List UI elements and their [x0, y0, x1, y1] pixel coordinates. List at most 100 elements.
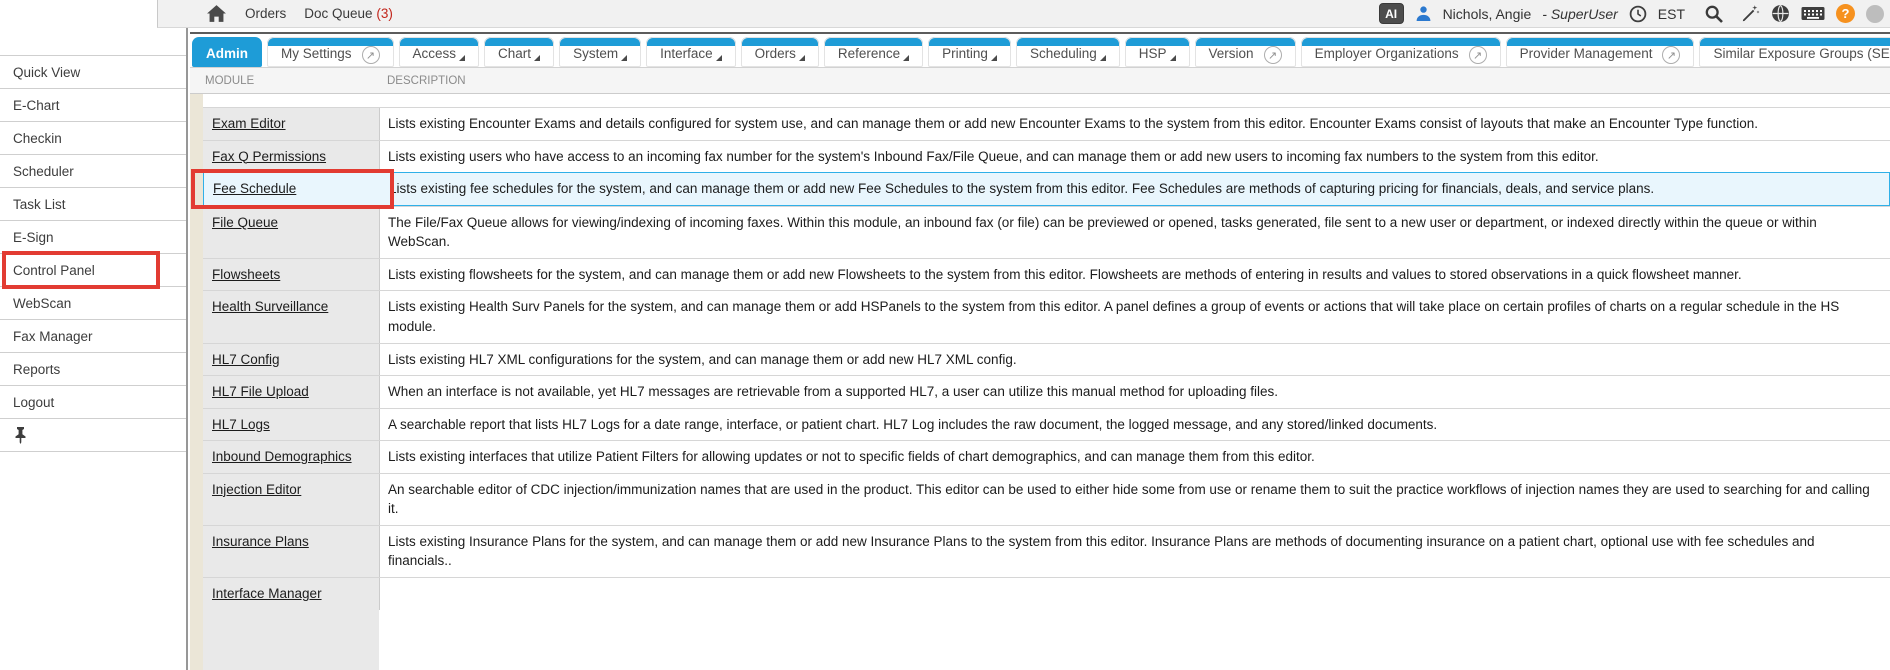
module-link-flowsheets[interactable]: Flowsheets	[212, 267, 280, 282]
tab-label: Scheduling	[1030, 45, 1106, 63]
tab-label: Interface	[660, 45, 722, 63]
sidebar-item-webscan[interactable]: WebScan	[0, 287, 186, 320]
tab-top-divider	[190, 32, 1890, 34]
tab-printing[interactable]: Printing	[928, 37, 1011, 67]
table-row-inbound-demographics: Inbound Demographics Lists existing inte…	[203, 440, 1890, 473]
module-cell: Fee Schedule	[204, 173, 380, 205]
module-cell: HL7 Config	[203, 344, 379, 376]
sidebar-item-label: E-Sign	[13, 230, 54, 245]
user-role: - SuperUser	[1542, 6, 1617, 22]
tab-employer-organizations[interactable]: Employer Organizations ↗	[1301, 37, 1501, 67]
tab-similar-exposure-groups-segs[interactable]: Similar Exposure Groups (SEGs) ↗	[1699, 37, 1890, 67]
sidebar-item-scheduler[interactable]: Scheduler	[0, 155, 186, 188]
table-row-hl7-config: HL7 Config Lists existing HL7 XML config…	[203, 343, 1890, 376]
sidebar-item-label: WebScan	[13, 296, 71, 311]
sidebar-item-label: Task List	[13, 197, 66, 212]
globe-icon[interactable]	[1771, 4, 1790, 23]
tab-bar-wrap: Admin My Settings ↗ Access Chart System …	[190, 28, 1890, 67]
tab-version[interactable]: Version ↗	[1195, 37, 1296, 67]
sidebar-item-quick-view[interactable]: Quick View	[0, 56, 186, 89]
tab-label: Admin	[206, 45, 248, 63]
sidebar-item-label: E-Chart	[13, 98, 60, 113]
help-icon[interactable]: ?	[1836, 4, 1855, 23]
tab-label: Orders	[755, 45, 805, 63]
module-link-insurance-plans[interactable]: Insurance Plans	[212, 534, 309, 549]
module-cell: Inbound Demographics	[203, 441, 379, 473]
external-link-icon[interactable]: ↗	[1469, 46, 1487, 64]
module-cell: Interface Manager	[203, 578, 379, 610]
description-cell: Lists existing flowsheets for the system…	[379, 259, 1890, 291]
sidebar-item-label: Reports	[13, 362, 60, 377]
table-row-health-surveillance: Health Surveillance Lists existing Healt…	[203, 290, 1890, 342]
description-cell: Lists existing interfaces that utilize P…	[379, 441, 1890, 473]
sidebar-item-fax-manager[interactable]: Fax Manager	[0, 320, 186, 353]
module-link-exam-editor[interactable]: Exam Editor	[212, 116, 286, 131]
tab-bar: Admin My Settings ↗ Access Chart System …	[192, 37, 1890, 67]
description-cell: An searchable editor of CDC injection/im…	[379, 474, 1890, 525]
wand-icon[interactable]	[1741, 4, 1760, 23]
tab-access[interactable]: Access	[399, 37, 480, 67]
sidebar-item-label: Checkin	[13, 131, 62, 146]
sidebar-item-reports[interactable]: Reports	[0, 353, 186, 386]
sidebar-item-e-chart[interactable]: E-Chart	[0, 89, 186, 122]
sidebar-item-checkin[interactable]: Checkin	[0, 122, 186, 155]
tab-scheduling[interactable]: Scheduling	[1016, 37, 1120, 67]
home-icon[interactable]	[206, 4, 227, 23]
module-cell: Insurance Plans	[203, 526, 379, 577]
sidebar-menu: Quick View E-Chart Checkin Scheduler Tas…	[0, 55, 186, 419]
tab-hsp[interactable]: HSP	[1125, 37, 1190, 67]
description-cell	[379, 578, 1890, 610]
breadcrumb-doc-queue[interactable]: Doc Queue (3)	[304, 6, 393, 21]
doc-queue-count-badge: (3)	[376, 6, 393, 21]
user-icon[interactable]	[1415, 5, 1432, 22]
sidebar-item-label: Quick View	[13, 65, 80, 80]
sidebar-item-label: Logout	[13, 395, 54, 410]
table-row-file-queue: File Queue The File/Fax Queue allows for…	[203, 206, 1890, 258]
module-cell: Fax Q Permissions	[203, 141, 379, 173]
external-link-icon[interactable]: ↗	[362, 46, 380, 64]
pin-icon[interactable]	[13, 427, 28, 444]
tab-orders[interactable]: Orders	[741, 37, 819, 67]
module-link-inbound-demographics[interactable]: Inbound Demographics	[212, 449, 352, 464]
tab-label: Chart	[498, 45, 540, 63]
module-link-hl7-config[interactable]: HL7 Config	[212, 352, 280, 367]
tab-label: Provider Management	[1520, 45, 1653, 63]
module-link-fax-q-permissions[interactable]: Fax Q Permissions	[212, 149, 326, 164]
sidebar-item-control-panel[interactable]: Control Panel	[0, 254, 186, 287]
tab-my-settings[interactable]: My Settings ↗	[267, 37, 394, 67]
tab-chart[interactable]: Chart	[484, 37, 554, 67]
module-link-hl7-logs[interactable]: HL7 Logs	[212, 417, 270, 432]
module-link-injection-editor[interactable]: Injection Editor	[212, 482, 301, 497]
keyboard-icon[interactable]	[1801, 5, 1825, 22]
module-link-hl7-file-upload[interactable]: HL7 File Upload	[212, 384, 309, 399]
table-header: MODULE DESCRIPTION	[190, 67, 1890, 94]
partial-row	[203, 94, 1890, 107]
description-cell: Lists existing users who have access to …	[379, 141, 1890, 173]
tab-label: Similar Exposure Groups (SEGs)	[1713, 45, 1890, 63]
module-cell: HL7 Logs	[203, 409, 379, 441]
user-name[interactable]: Nichols, Angie	[1443, 6, 1532, 22]
tab-interface[interactable]: Interface	[646, 37, 736, 67]
module-cell: Health Surveillance	[203, 291, 379, 342]
tab-reference[interactable]: Reference	[824, 37, 923, 67]
timezone-label: EST	[1658, 6, 1685, 22]
table-row-fee-schedule: Fee Schedule Lists existing fee schedule…	[203, 172, 1890, 206]
external-link-icon[interactable]: ↗	[1662, 46, 1680, 64]
module-link-health-surveillance[interactable]: Health Surveillance	[212, 299, 328, 314]
search-icon[interactable]	[1704, 4, 1724, 24]
module-link-interface-manager[interactable]: Interface Manager	[212, 586, 322, 601]
tab-provider-management[interactable]: Provider Management ↗	[1506, 37, 1695, 67]
tab-label: Employer Organizations	[1315, 45, 1459, 63]
tab-admin[interactable]: Admin	[192, 37, 262, 67]
module-link-file-queue[interactable]: File Queue	[212, 215, 278, 230]
tab-label: HSP	[1139, 45, 1176, 63]
tab-system[interactable]: System	[559, 37, 641, 67]
sidebar-item-logout[interactable]: Logout	[0, 386, 186, 419]
breadcrumb-orders[interactable]: Orders	[245, 6, 286, 21]
module-link-fee-schedule[interactable]: Fee Schedule	[213, 181, 296, 196]
sidebar-item-e-sign[interactable]: E-Sign	[0, 221, 186, 254]
external-link-icon[interactable]: ↗	[1264, 46, 1282, 64]
sidebar-pin-row	[0, 419, 186, 452]
sidebar-item-task-list[interactable]: Task List	[0, 188, 186, 221]
sidebar-item-label: Scheduler	[13, 164, 74, 179]
